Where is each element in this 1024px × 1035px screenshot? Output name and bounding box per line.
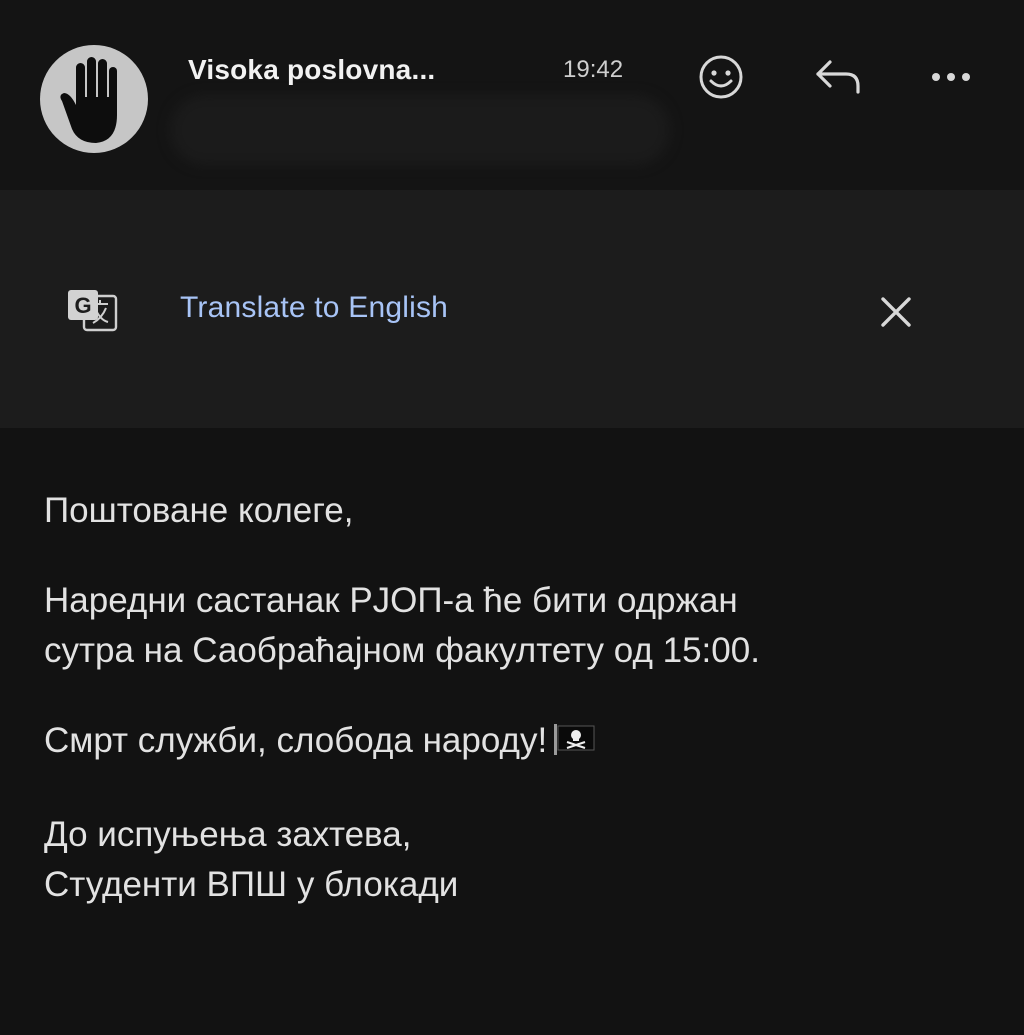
google-translate-icon: G	[66, 286, 120, 334]
sender-name[interactable]: Visoka poslovna...	[188, 54, 435, 86]
meeting-paragraph: Наредни састанак РЈОП-а ће бити одржан с…	[44, 576, 1004, 676]
emoji-reaction-icon[interactable]	[696, 52, 746, 102]
reply-icon[interactable]	[808, 52, 866, 102]
raised-hand-icon	[60, 57, 117, 143]
svg-text:G: G	[74, 293, 91, 318]
slogan: Смрт служби, слобода народу!	[44, 721, 548, 760]
translate-to-english-link[interactable]: Translate to English	[180, 291, 448, 325]
meeting-line-2: сутра на Саобраћајном факултету од 15:00…	[44, 631, 760, 670]
meeting-line-1: Наредни састанак РЈОП-а ће бити одржан	[44, 581, 738, 620]
blurred-recipient-line	[170, 95, 670, 165]
sender-avatar[interactable]	[40, 45, 148, 153]
pirate-flag-emoji	[553, 720, 597, 770]
slogan-paragraph: Смрт служби, слобода народу!	[44, 716, 1004, 770]
translate-bar	[0, 190, 1024, 428]
signature: Студенти ВПШ у блокади	[44, 865, 459, 904]
closing-paragraph: До испуњења захтева, Студенти ВПШ у блок…	[44, 810, 1004, 910]
close-icon[interactable]	[874, 290, 918, 334]
message-body: Поштоване колеге, Наредни састанак РЈОП-…	[44, 486, 1004, 950]
greeting: Поштоване колеге,	[44, 491, 354, 530]
closing: До испуњења захтева,	[44, 815, 412, 854]
message-time: 19:42	[563, 56, 624, 83]
more-options-icon[interactable]	[926, 60, 976, 94]
